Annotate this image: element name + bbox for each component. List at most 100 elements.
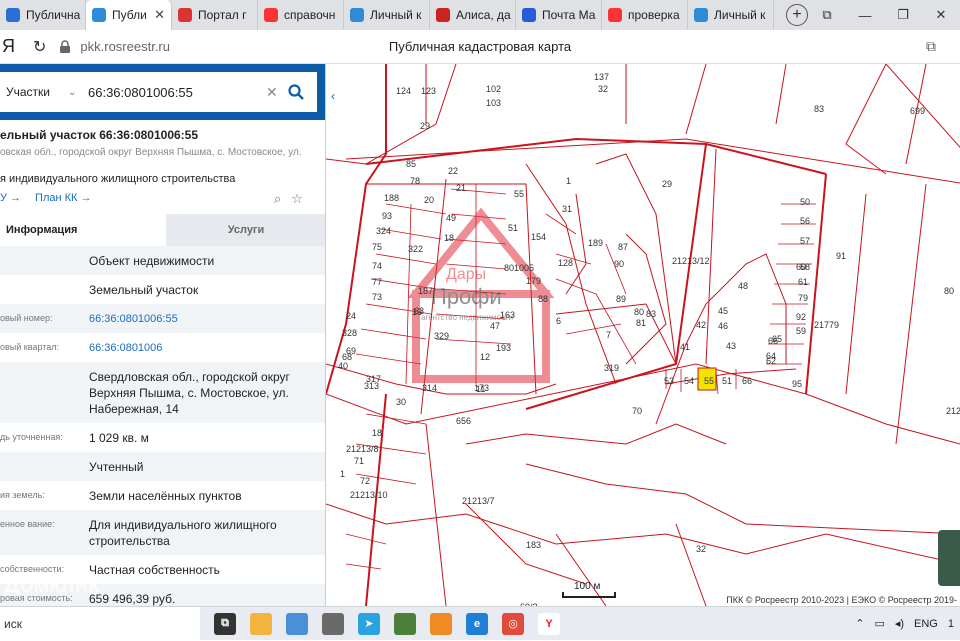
- alice-icon: [436, 8, 450, 22]
- address-bar: Я ↻ pkk.rosreestr.ru Публичная кадастров…: [0, 30, 960, 64]
- task-view-icon[interactable]: ⧉: [214, 612, 236, 635]
- info-value[interactable]: 66:36:0801006: [89, 340, 325, 362]
- info-value[interactable]: 66:36:0801006:55: [89, 311, 325, 333]
- parcel-label: 49: [446, 213, 456, 223]
- minimize-icon[interactable]: —: [846, 8, 884, 23]
- scale-bar: [562, 592, 616, 598]
- parcel-label: 57: [800, 236, 810, 246]
- parcel-label: 93: [382, 211, 392, 221]
- star-icon[interactable]: ☆: [291, 191, 303, 207]
- close-tab-icon[interactable]: ✕: [154, 7, 165, 23]
- tab-information[interactable]: Информация: [0, 214, 166, 246]
- taskbar-search[interactable]: иск: [0, 606, 200, 641]
- info-row: ия земель: Земли населённых пунктов: [0, 481, 325, 510]
- rosreestr-icon: [92, 8, 106, 22]
- chevron-down-icon[interactable]: ⌄: [68, 87, 82, 98]
- parcel-label: 21213/11: [946, 406, 960, 416]
- maximize-icon[interactable]: ❐: [884, 7, 922, 23]
- browser-tab[interactable]: Алиса, да: [430, 0, 516, 30]
- parcel-label: 43: [726, 341, 736, 351]
- parcel-labels: 1373283 699124 123 1022910385227821551 29505…: [326, 64, 960, 606]
- info-key: дь уточненная:: [0, 432, 63, 442]
- parcel-label: 73: [372, 292, 382, 302]
- parcel-label: 29: [420, 121, 430, 131]
- cadastral-map[interactable]: Дары Профи агентство недвижимости 137 32 8…: [326, 64, 960, 606]
- info-value: Учтенный: [89, 460, 144, 474]
- store-icon[interactable]: [286, 612, 308, 635]
- parcel-label: 45: [718, 306, 728, 316]
- parcel-label: 328: [342, 328, 357, 338]
- volume-icon[interactable]: ◂): [895, 617, 904, 630]
- search-icon[interactable]: [288, 84, 304, 100]
- link-egrn[interactable]: У →: [0, 192, 21, 204]
- app-icon[interactable]: [430, 612, 452, 635]
- search-input[interactable]: [88, 84, 258, 100]
- info-value: Объект недвижимости: [89, 254, 215, 268]
- clear-icon[interactable]: ✕: [266, 84, 278, 101]
- parcel-label: 91: [836, 251, 846, 261]
- browser-tab[interactable]: проверка: [602, 0, 688, 30]
- tab-label: проверка: [628, 8, 680, 22]
- info-row: овый номер: 66:36:0801006:55: [0, 304, 325, 333]
- info-key: [0, 369, 89, 371]
- calculator-icon[interactable]: [322, 612, 344, 635]
- chrome-icon[interactable]: ◎: [502, 612, 524, 635]
- yandex-browser-icon[interactable]: Y: [538, 612, 560, 635]
- browser-tab[interactable]: Портал г: [172, 0, 258, 30]
- info-value: Земельный участок: [89, 283, 199, 297]
- info-key: ия земель:: [0, 490, 45, 500]
- basemap-switcher[interactable]: [938, 530, 960, 586]
- telegram-icon[interactable]: ➤: [358, 612, 380, 635]
- scale-label: 100 м: [574, 581, 601, 592]
- parcel-label: 21213/12: [672, 256, 710, 266]
- browser-tab[interactable]: справочн: [258, 0, 344, 30]
- parcel-label: 103: [486, 98, 501, 108]
- parcel-label: 61: [798, 277, 808, 287]
- parcel-label: 187: [418, 286, 433, 296]
- search-type-select[interactable]: Участки: [6, 85, 68, 99]
- link-plan-kk[interactable]: План КК →: [35, 192, 91, 204]
- collapse-sidebar-button[interactable]: ‹: [326, 82, 340, 110]
- parcel-label: 79: [798, 293, 808, 303]
- language-indicator[interactable]: ENG: [914, 618, 938, 630]
- browser-tab[interactable]: Личный к: [688, 0, 774, 30]
- parcel-label: 54: [684, 376, 694, 386]
- map-canvas[interactable]: Дары Профи агентство недвижимости 137328…: [326, 64, 960, 606]
- network-icon[interactable]: ▭: [874, 617, 884, 630]
- browser-tab[interactable]: Публи ✕: [86, 0, 172, 30]
- browser-tab[interactable]: Публична: [0, 0, 86, 30]
- parcel-label: 48: [738, 281, 748, 291]
- parcel-label: 801005: [504, 263, 534, 273]
- tabs-list-icon[interactable]: ⧉: [808, 7, 846, 23]
- info-value: 659 496,39 руб.: [89, 592, 176, 606]
- info-rows: Объект недвижимости Земельный участок овый…: [0, 246, 325, 606]
- rosreestr-icon: [350, 8, 364, 22]
- reload-icon[interactable]: ↻: [33, 37, 46, 57]
- yandex-icon: [608, 8, 622, 22]
- plot-links: У → План КК →: [0, 192, 92, 204]
- parcel-label: 89: [616, 294, 626, 304]
- parcel-label: 183: [526, 540, 541, 550]
- parcel-label: 83: [814, 104, 824, 114]
- info-key: овый квартал:: [0, 342, 59, 352]
- clock[interactable]: 1: [948, 618, 954, 630]
- browser-tab[interactable]: Почта Ма: [516, 0, 602, 30]
- file-explorer-icon[interactable]: [250, 612, 272, 635]
- new-tab-button[interactable]: +: [786, 4, 808, 26]
- parcel-label: 137: [594, 72, 609, 82]
- zoom-to-icon[interactable]: ⌕: [274, 191, 281, 207]
- parcel-label: 193: [496, 343, 511, 353]
- url-field[interactable]: pkk.rosreestr.ru: [80, 39, 170, 54]
- parcel-label: 59: [796, 326, 806, 336]
- chevron-up-icon[interactable]: ⌃: [855, 617, 864, 630]
- info-key: енное вание:: [0, 519, 55, 529]
- extensions-icon[interactable]: ⧉: [926, 38, 936, 55]
- browser-tab[interactable]: Личный к: [344, 0, 430, 30]
- tab-services[interactable]: Услуги: [166, 214, 325, 246]
- yandex-logo[interactable]: Я: [2, 36, 15, 57]
- watermark-text-1: Дары: [446, 266, 486, 283]
- parcel-label: 31: [562, 204, 572, 214]
- close-window-icon[interactable]: ✕: [922, 7, 960, 23]
- edge-icon[interactable]: e: [466, 612, 488, 635]
- minecraft-icon[interactable]: [394, 612, 416, 635]
